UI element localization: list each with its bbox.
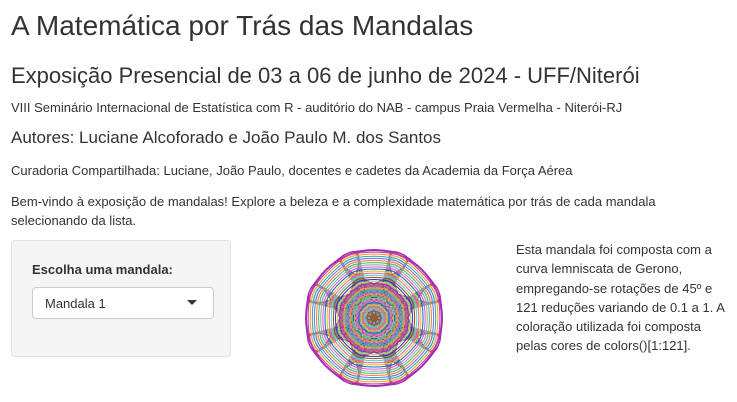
mandala-select-value: Mandala 1: [45, 296, 106, 311]
caret-down-icon: [187, 300, 197, 305]
sidebar-panel: Escolha uma mandala: Mandala 1: [11, 240, 231, 357]
authors-heading: Autores: Luciane Alcoforado e João Paulo…: [11, 128, 441, 147]
page-title: A Matemática por Trás das Mandalas: [11, 10, 474, 41]
mandala-description: Esta mandala foi composta com a curva le…: [516, 242, 725, 354]
mandala-image: [305, 249, 443, 387]
curadoria-text: Curadoria Compartilhada: Luciane, João P…: [11, 163, 573, 178]
welcome-text: Bem-vindo à exposição de mandalas! Explo…: [11, 194, 656, 228]
event-info: VIII Seminário Internacional de Estatíst…: [11, 100, 623, 115]
page: A Matemática por Trás das Mandalas Expos…: [0, 0, 737, 402]
mandala-select[interactable]: Mandala 1: [32, 287, 214, 319]
page-subtitle: Exposição Presencial de 03 a 06 de junho…: [11, 63, 640, 88]
mandala-select-label: Escolha uma mandala:: [32, 262, 173, 277]
